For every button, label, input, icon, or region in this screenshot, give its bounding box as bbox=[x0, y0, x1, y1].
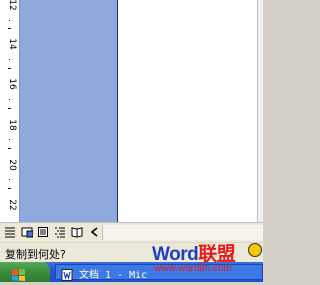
outline-view-icon[interactable] bbox=[54, 226, 66, 238]
word-document-icon bbox=[61, 266, 73, 285]
taskbar-item-label: 文档 1 - Mic bbox=[79, 270, 148, 281]
ruler-number: 18 bbox=[7, 119, 17, 131]
site-watermark: Word联盟 www.wordlm.com bbox=[152, 241, 263, 281]
web-layout-view-icon[interactable] bbox=[21, 226, 33, 238]
copy-where-prompt: 复制到何处? bbox=[5, 248, 66, 261]
ruler-number: 16 bbox=[7, 78, 17, 90]
ruler-mark bbox=[9, 59, 10, 60]
ruler-mark bbox=[8, 148, 11, 149]
ruler-number: 14 bbox=[7, 38, 17, 50]
ruler-number: 20 bbox=[7, 159, 17, 171]
watermark-logo: Word联盟 bbox=[152, 239, 236, 266]
horizontal-scrollbar[interactable] bbox=[102, 225, 263, 240]
document-page[interactable] bbox=[118, 0, 257, 222]
vertical-ruler[interactable]: 12 14 16 18 20 22 bbox=[0, 0, 20, 222]
reading-layout-view-icon[interactable] bbox=[71, 226, 83, 238]
watermark-url: www.wordlm.com bbox=[154, 263, 232, 274]
normal-view-icon[interactable] bbox=[4, 226, 16, 238]
ruler-mark bbox=[9, 99, 10, 100]
ruler-mark bbox=[9, 139, 10, 140]
smiley-face-icon bbox=[248, 243, 262, 257]
ruler-number: 22 bbox=[7, 199, 17, 211]
ruler-mark bbox=[9, 179, 10, 180]
scroll-left-icon[interactable] bbox=[89, 226, 101, 238]
print-layout-view-icon[interactable] bbox=[37, 226, 49, 238]
ruler-mark bbox=[8, 188, 11, 189]
windows-logo-icon bbox=[12, 266, 25, 285]
ruler-mark bbox=[8, 28, 11, 29]
ruler-mark bbox=[8, 68, 11, 69]
vertical-scrollbar[interactable] bbox=[257, 0, 263, 222]
watermark-brand-latin: Word bbox=[152, 244, 199, 265]
ruler-mark bbox=[9, 20, 10, 21]
ruler-number: 12 bbox=[7, 0, 17, 11]
watermark-brand-cjk: 联盟 bbox=[198, 244, 236, 265]
selected-text-region[interactable] bbox=[20, 0, 118, 222]
start-button[interactable] bbox=[0, 262, 50, 282]
ruler-mark bbox=[8, 108, 11, 109]
